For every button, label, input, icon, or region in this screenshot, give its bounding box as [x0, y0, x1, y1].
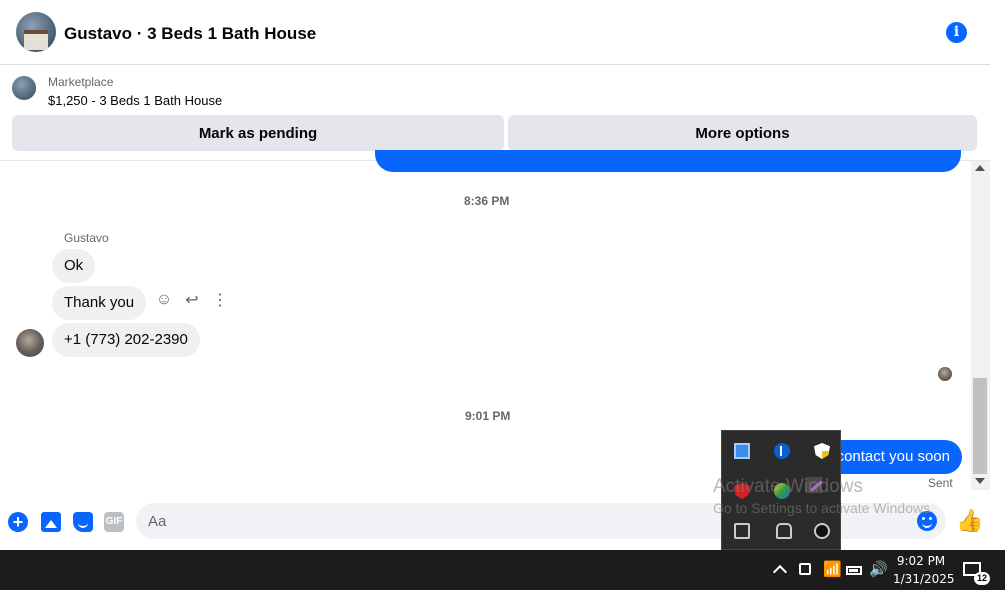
usb-device-icon[interactable]	[776, 523, 792, 539]
battery-icon[interactable]	[846, 566, 862, 575]
activation-watermark-title: Activate Windows	[713, 476, 863, 497]
listing-avatar[interactable]	[16, 12, 56, 52]
reply-icon[interactable]: ↩	[182, 290, 202, 310]
incoming-message[interactable]: +1 (773) 202-2390	[52, 323, 200, 357]
photo-icon[interactable]	[41, 512, 61, 532]
incoming-message[interactable]: Ok	[52, 249, 96, 283]
scroll-up-arrow-icon[interactable]	[975, 165, 985, 171]
network-app-icon[interactable]	[734, 443, 750, 459]
chat-header: Gustavo · 3 Beds 1 Bath House i	[0, 0, 990, 65]
meet-now-icon[interactable]	[799, 563, 811, 575]
gif-icon[interactable]: GIF	[104, 512, 124, 532]
timestamp: 9:01 PM	[465, 409, 511, 423]
outgoing-message[interactable]: contact you soon	[820, 440, 962, 474]
message-actions: ☺ ↩ ⋮	[154, 290, 230, 310]
info-icon[interactable]: i	[946, 22, 967, 43]
more-vertical-icon[interactable]: ⋮	[210, 290, 230, 310]
audio-app-icon[interactable]	[814, 523, 830, 539]
sticker-icon[interactable]	[73, 512, 93, 532]
plus-icon[interactable]: +	[8, 512, 28, 532]
read-receipt-avatar	[938, 367, 952, 381]
react-emoji-icon[interactable]: ☺	[154, 290, 174, 310]
thumbs-up-icon[interactable]: 👍	[956, 510, 983, 532]
listing-thumbnail[interactable]	[12, 76, 36, 100]
timestamp: 8:36 PM	[464, 194, 510, 208]
mark-as-pending-button[interactable]: Mark as pending	[12, 115, 504, 151]
chat-title[interactable]: Gustavo · 3 Beds 1 Bath House	[64, 24, 316, 44]
bluetooth-icon[interactable]	[774, 443, 790, 459]
sender-name: Gustavo	[64, 231, 109, 245]
incoming-message[interactable]: Thank you	[52, 286, 147, 320]
scrollbar-thumb[interactable]	[973, 378, 987, 474]
scroll-down-arrow-icon[interactable]	[975, 478, 985, 484]
display-icon[interactable]	[734, 523, 750, 539]
clock-date[interactable]: 1/31/2025	[893, 572, 955, 586]
listing-title[interactable]: $1,250 - 3 Beds 1 Bath House	[48, 93, 222, 108]
sender-avatar[interactable]	[16, 329, 44, 357]
activation-watermark-text: Go to Settings to activate Windows.	[713, 500, 934, 516]
marketplace-label: Marketplace	[48, 75, 114, 89]
outgoing-message-partial	[375, 150, 961, 172]
message-status: Sent	[928, 476, 953, 490]
clock-time[interactable]: 9:02 PM	[893, 554, 949, 568]
volume-icon[interactable]: 🔊	[869, 562, 888, 577]
security-warning-icon[interactable]	[814, 443, 830, 459]
marketplace-panel: Marketplace $1,250 - 3 Beds 1 Bath House…	[0, 65, 990, 161]
notification-count-badge: 12	[974, 572, 990, 585]
more-options-button[interactable]: More options	[508, 115, 977, 151]
wifi-icon[interactable]: 📶	[823, 562, 842, 577]
